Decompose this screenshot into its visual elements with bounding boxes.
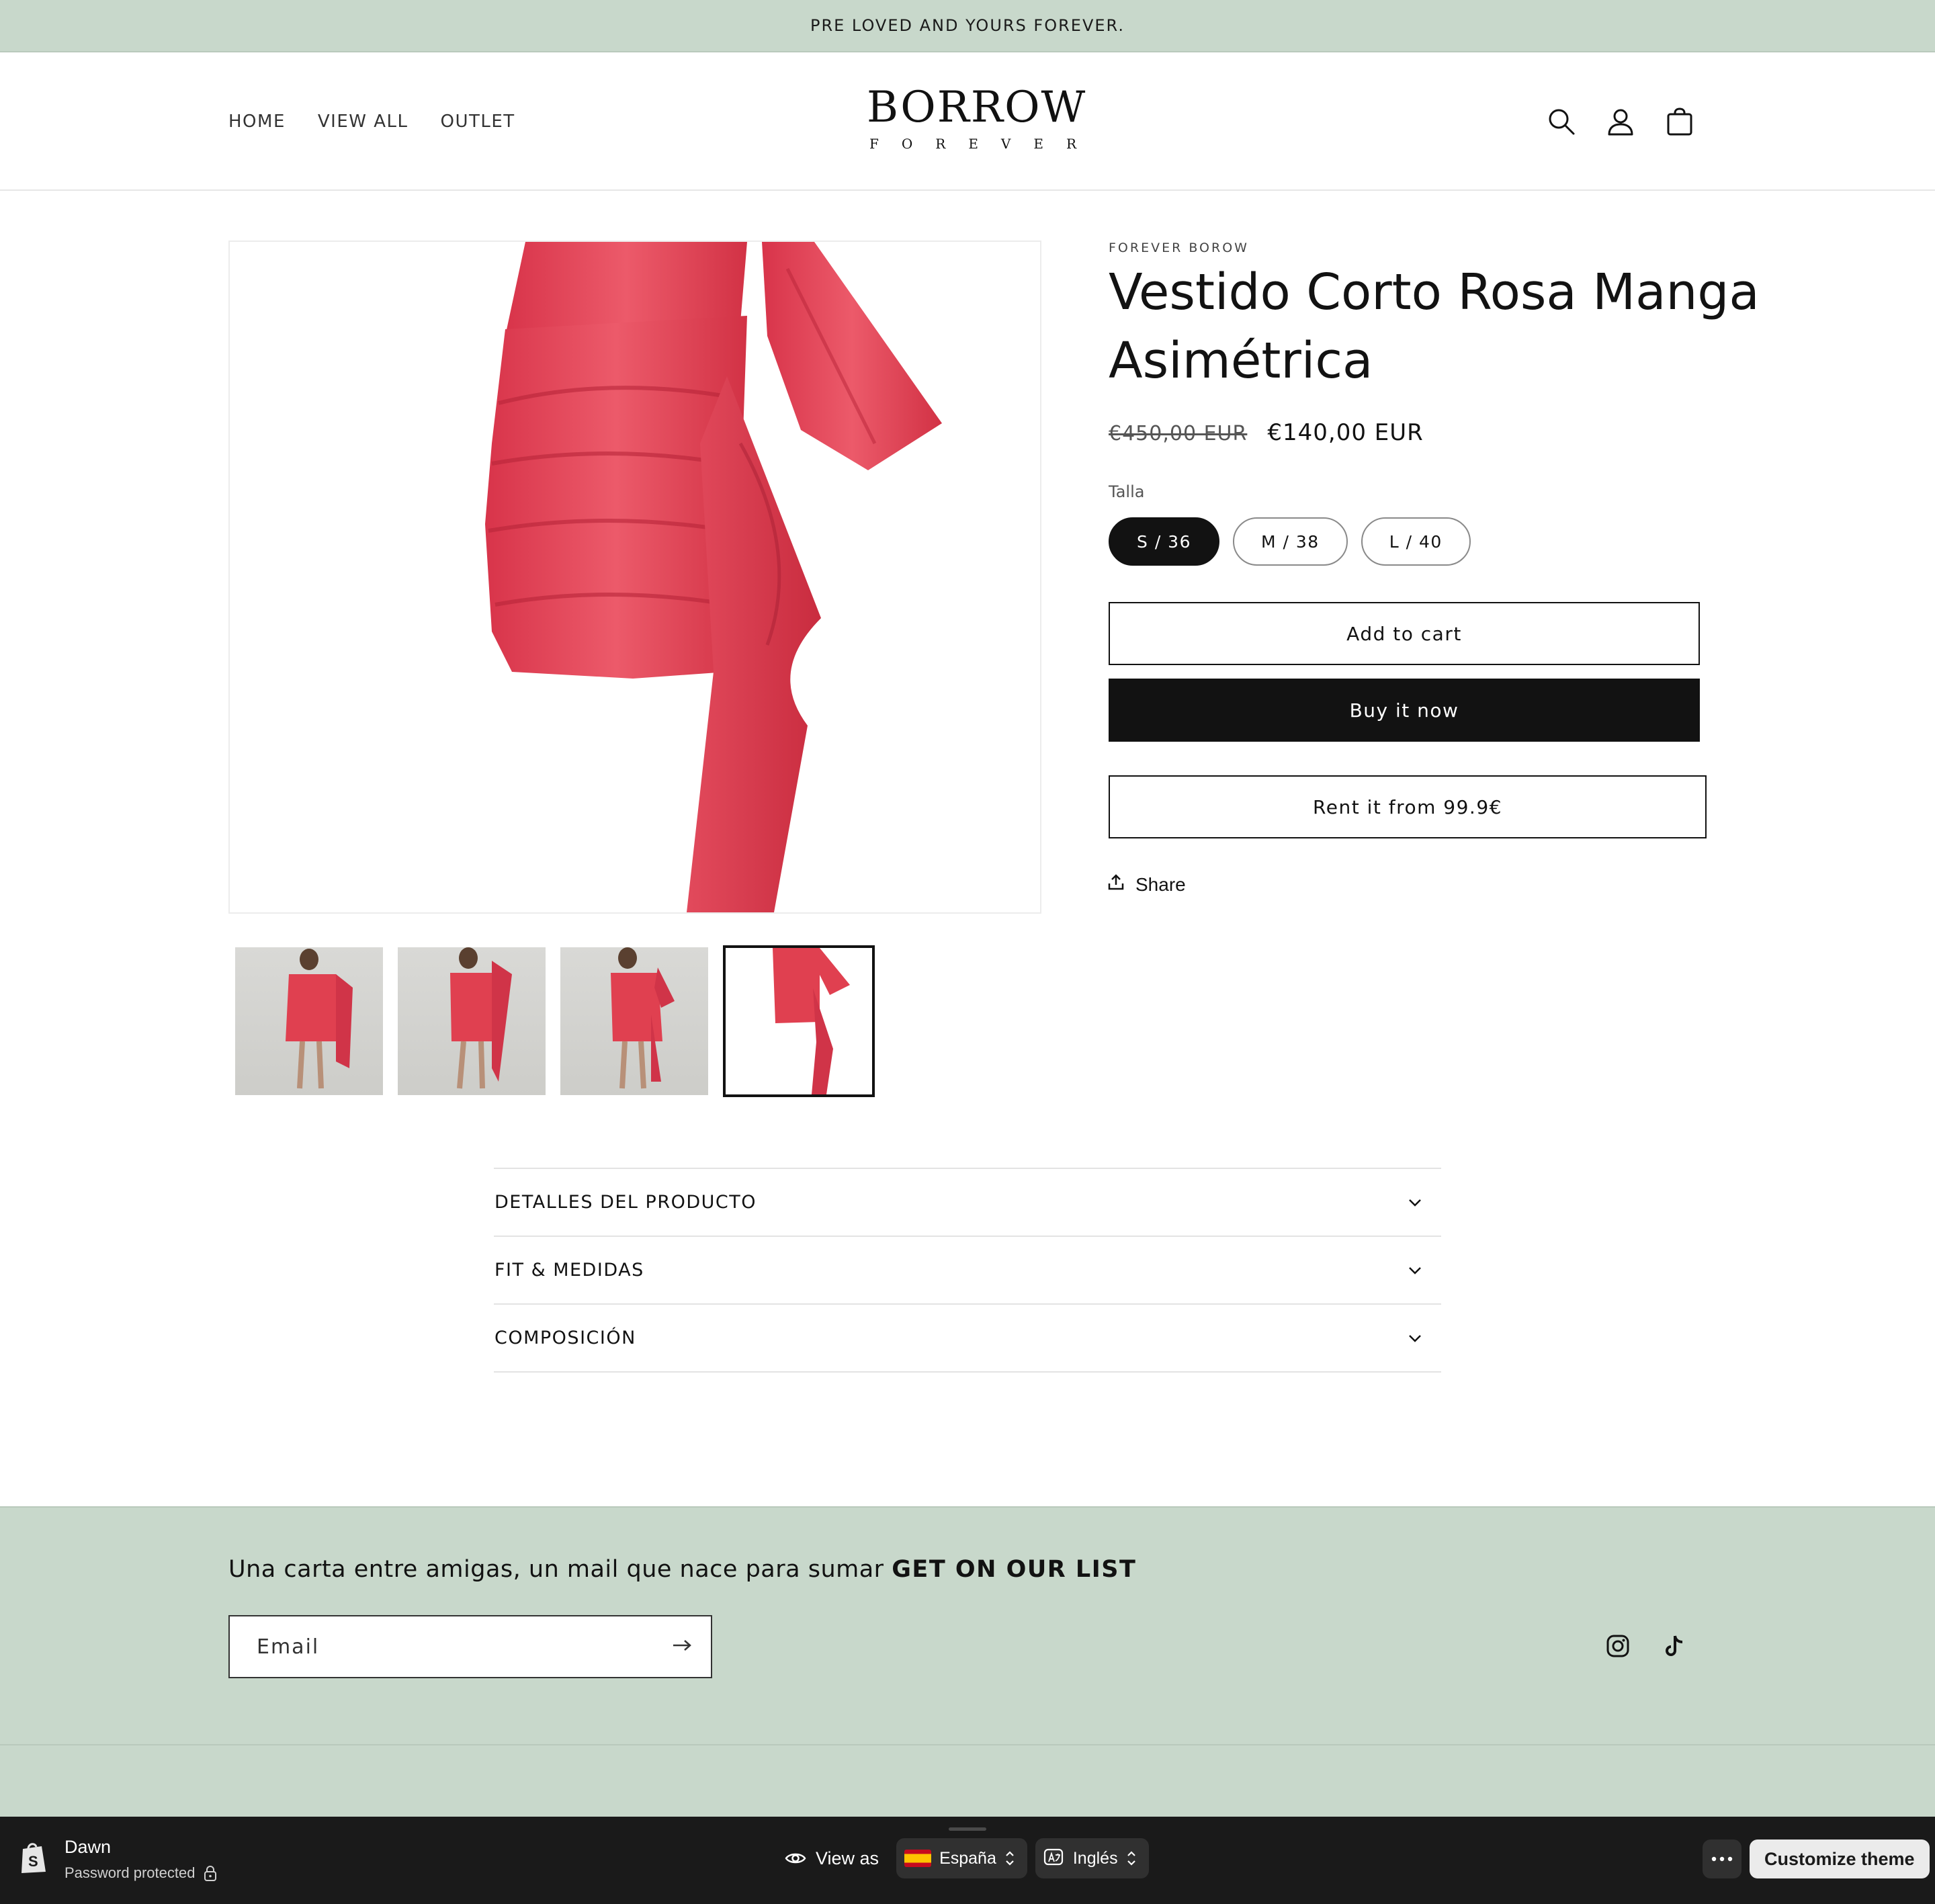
chevron-updown-icon xyxy=(1006,1851,1014,1866)
spain-flag-icon xyxy=(904,1850,932,1867)
thumbnail-3[interactable] xyxy=(560,947,708,1095)
price-block: €450,00 EUR €140,00 EUR xyxy=(1109,419,1424,446)
customize-theme-button[interactable]: Customize theme xyxy=(1750,1840,1930,1878)
accordion-fit-title: FIT & MEDIDAS xyxy=(494,1260,644,1281)
view-as-text: View as xyxy=(816,1848,879,1868)
footer-divider xyxy=(0,1744,1935,1745)
lock-icon xyxy=(204,1866,217,1881)
size-option-s36[interactable]: S / 36 xyxy=(1109,517,1219,566)
newsletter-bold: GET ON OUR LIST xyxy=(892,1556,1137,1583)
view-as-label: View as xyxy=(785,1848,879,1869)
main-nav: HOME VIEW ALL OUTLET xyxy=(228,52,515,191)
cart-icon[interactable] xyxy=(1664,105,1696,138)
language-selector[interactable]: Inglés xyxy=(1035,1838,1149,1878)
chevron-down-icon xyxy=(1409,1334,1421,1342)
site-header: HOME VIEW ALL OUTLET BORROW FOREVER xyxy=(0,52,1935,191)
thumbnail-list xyxy=(235,945,875,1097)
accordion-composition[interactable]: COMPOSICIÓN xyxy=(494,1305,1441,1373)
eye-icon xyxy=(785,1853,806,1864)
tiktok-icon[interactable] xyxy=(1664,1634,1686,1661)
product-title: Vestido Corto Rosa Manga Asimétrica xyxy=(1109,263,1760,390)
more-options-icon[interactable] xyxy=(1703,1840,1742,1878)
size-option-m38[interactable]: M / 38 xyxy=(1233,517,1348,566)
social-links xyxy=(1606,1634,1686,1661)
sale-price: €140,00 EUR xyxy=(1267,419,1424,446)
country-value: España xyxy=(939,1848,996,1868)
nav-outlet[interactable]: OUTLET xyxy=(441,112,515,132)
newsletter-form xyxy=(228,1615,712,1678)
accordion-details-title: DETALLES DEL PRODUCTO xyxy=(494,1192,757,1213)
search-icon[interactable] xyxy=(1545,105,1578,138)
rent-button[interactable]: Rent it from 99.9€ xyxy=(1109,775,1707,838)
shopify-preview-bar: S Dawn Password protected View as España… xyxy=(0,1817,1935,1904)
add-to-cart-button[interactable]: Add to cart xyxy=(1109,602,1700,665)
theme-info: S Dawn Password protected xyxy=(19,1837,218,1882)
drag-handle[interactable] xyxy=(949,1827,986,1831)
thumbnail-2[interactable] xyxy=(398,947,546,1095)
thumbnail-4-active[interactable] xyxy=(723,945,875,1097)
chevron-down-icon xyxy=(1409,1266,1421,1274)
product-vendor: FOREVER BOROW xyxy=(1109,241,1249,255)
announcement-text: PRE LOVED AND YOURS FOREVER. xyxy=(810,16,1125,35)
size-option-l40[interactable]: L / 40 xyxy=(1361,517,1471,566)
share-label: Share xyxy=(1135,873,1186,895)
logo-wordmark: BORROW xyxy=(867,83,1087,132)
logo-subline: FOREVER xyxy=(869,136,1100,152)
site-footer: Una carta entre amigas, un mail que nace… xyxy=(0,1506,1935,1817)
email-field[interactable] xyxy=(257,1635,633,1659)
product-accordion: DETALLES DEL PRODUCTO FIT & MEDIDAS COMP… xyxy=(494,1168,1441,1373)
size-option-label: Talla xyxy=(1109,482,1145,501)
accordion-fit[interactable]: FIT & MEDIDAS xyxy=(494,1237,1441,1305)
theme-name: Dawn xyxy=(64,1837,112,1857)
chevron-updown-icon xyxy=(1127,1851,1135,1866)
account-icon[interactable] xyxy=(1604,105,1637,138)
language-value: Inglés xyxy=(1072,1848,1118,1868)
accordion-details[interactable]: DETALLES DEL PRODUCTO xyxy=(494,1169,1441,1237)
arrow-right-icon[interactable] xyxy=(672,1639,692,1655)
dress-image xyxy=(485,242,942,912)
share-icon xyxy=(1107,873,1125,896)
preview-controls: View as España Inglés xyxy=(785,1838,1149,1878)
size-selector: S / 36 M / 38 L / 40 xyxy=(1109,517,1471,566)
nav-home[interactable]: HOME xyxy=(228,112,286,132)
announcement-bar: PRE LOVED AND YOURS FOREVER. xyxy=(0,0,1935,52)
newsletter-heading: Una carta entre amigas, un mail que nace… xyxy=(228,1556,1136,1583)
product-main-image[interactable] xyxy=(228,241,1041,914)
password-status-text: Password protected xyxy=(64,1864,196,1881)
newsletter-text: Una carta entre amigas, un mail que nace… xyxy=(228,1556,892,1583)
instagram-icon[interactable] xyxy=(1606,1634,1630,1661)
svg-text:S: S xyxy=(28,1853,38,1870)
share-button[interactable]: Share xyxy=(1107,873,1186,896)
translate-icon xyxy=(1043,1848,1063,1866)
site-logo[interactable]: BORROW FOREVER xyxy=(867,83,1100,153)
chevron-down-icon xyxy=(1409,1199,1421,1207)
password-status: Password protected xyxy=(64,1864,218,1882)
shopify-bag-icon: S xyxy=(19,1841,48,1878)
thumbnail-1[interactable] xyxy=(235,947,383,1095)
buy-now-button[interactable]: Buy it now xyxy=(1109,679,1700,742)
compare-at-price: €450,00 EUR xyxy=(1109,422,1248,445)
country-selector[interactable]: España xyxy=(896,1838,1027,1878)
admin-actions: Customize theme xyxy=(1703,1840,1930,1878)
nav-view-all[interactable]: VIEW ALL xyxy=(318,112,408,132)
accordion-composition-title: COMPOSICIÓN xyxy=(494,1328,636,1348)
theme-text: Dawn Password protected xyxy=(64,1837,218,1882)
header-icons xyxy=(1545,52,1696,191)
